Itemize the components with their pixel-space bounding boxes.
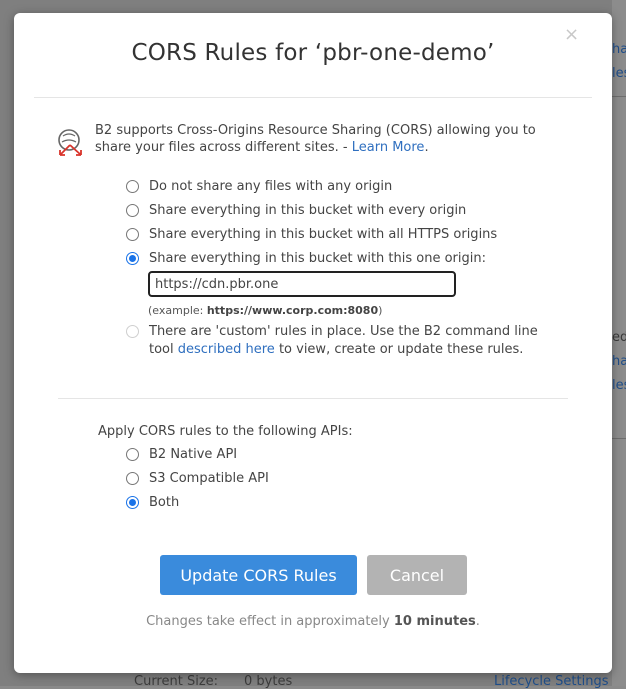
modal-title: CORS Rules for ‘pbr-one-demo’ <box>131 40 495 66</box>
example-suffix: ) <box>378 304 383 317</box>
custom-rules-text: There are 'custom' rules in place. Use t… <box>149 323 549 359</box>
option-label: Both <box>149 495 180 510</box>
title-divider <box>34 97 592 98</box>
radio-button[interactable] <box>126 180 139 193</box>
option-label: Share everything in this bucket with thi… <box>149 251 486 266</box>
api-option-s3-compatible[interactable]: S3 Compatible API <box>126 471 269 486</box>
bg-text-fragment: ed <box>612 330 626 345</box>
bg-current-size-value: 0 bytes <box>244 674 293 689</box>
example-value: https://www.corp.com:8080 <box>206 304 379 317</box>
cancel-button[interactable]: Cancel <box>367 555 467 595</box>
sharing-option-custom: There are 'custom' rules in place. Use t… <box>126 324 549 359</box>
sharing-option-https-origins[interactable]: Share everything in this bucket with all… <box>126 227 497 242</box>
footer-suffix: . <box>475 614 480 629</box>
option-label: Share everything in this bucket with all… <box>149 227 498 242</box>
origin-input[interactable] <box>148 271 456 297</box>
bg-link-fragment[interactable]: les <box>612 378 626 393</box>
described-here-link[interactable]: described here <box>178 342 275 357</box>
radio-button[interactable] <box>126 228 139 241</box>
bg-divider <box>612 438 626 439</box>
origin-example: (example: https://www.corp.com:8080) <box>148 304 382 317</box>
custom-text-part2: to view, create or update these rules. <box>274 342 524 357</box>
footer-note: Changes take effect in approximately 10 … <box>14 614 612 629</box>
api-option-both[interactable]: Both <box>126 495 179 510</box>
option-label: B2 Native API <box>149 447 238 462</box>
radio-button[interactable] <box>126 204 139 217</box>
update-cors-rules-button[interactable]: Update CORS Rules <box>160 555 357 595</box>
radio-button-selected[interactable] <box>126 252 139 265</box>
api-option-b2-native[interactable]: B2 Native API <box>126 447 237 462</box>
intro-text: B2 supports Cross-Origins Resource Shari… <box>95 122 565 156</box>
example-prefix: (example: <box>148 304 207 317</box>
radio-button[interactable] <box>126 448 139 461</box>
apis-label: Apply CORS rules to the following APIs: <box>98 424 353 439</box>
footer-prefix: Changes take effect in approximately <box>146 614 394 629</box>
section-divider <box>58 398 568 399</box>
cors-sharing-icon <box>58 129 82 156</box>
learn-more-link[interactable]: Learn More <box>352 140 425 155</box>
intro-period: . <box>424 140 429 155</box>
option-label: S3 Compatible API <box>149 471 269 486</box>
radio-button-selected[interactable] <box>126 496 139 509</box>
cors-rules-modal: × CORS Rules for ‘pbr-one-demo’ B2 suppo… <box>14 13 612 673</box>
bg-link-fragment[interactable]: hap <box>612 354 626 369</box>
radio-button-disabled <box>126 325 139 338</box>
bg-link-fragment[interactable]: les <box>612 66 626 81</box>
bg-lifecycle-link[interactable]: Lifecycle Settings <box>494 674 608 689</box>
option-label: Share everything in this bucket with eve… <box>149 203 467 218</box>
bg-divider <box>612 96 626 97</box>
sharing-option-none[interactable]: Do not share any files with any origin <box>126 179 392 194</box>
intro-body: B2 supports Cross-Origins Resource Shari… <box>95 123 536 155</box>
radio-button[interactable] <box>126 472 139 485</box>
option-label: Do not share any files with any origin <box>149 179 393 194</box>
bg-link-fragment[interactable]: hap <box>612 42 626 57</box>
sharing-option-one-origin[interactable]: Share everything in this bucket with thi… <box>126 251 486 266</box>
sharing-option-every-origin[interactable]: Share everything in this bucket with eve… <box>126 203 466 218</box>
bg-current-size-label: Current Size: <box>134 674 219 689</box>
footer-duration: 10 minutes <box>393 614 476 629</box>
